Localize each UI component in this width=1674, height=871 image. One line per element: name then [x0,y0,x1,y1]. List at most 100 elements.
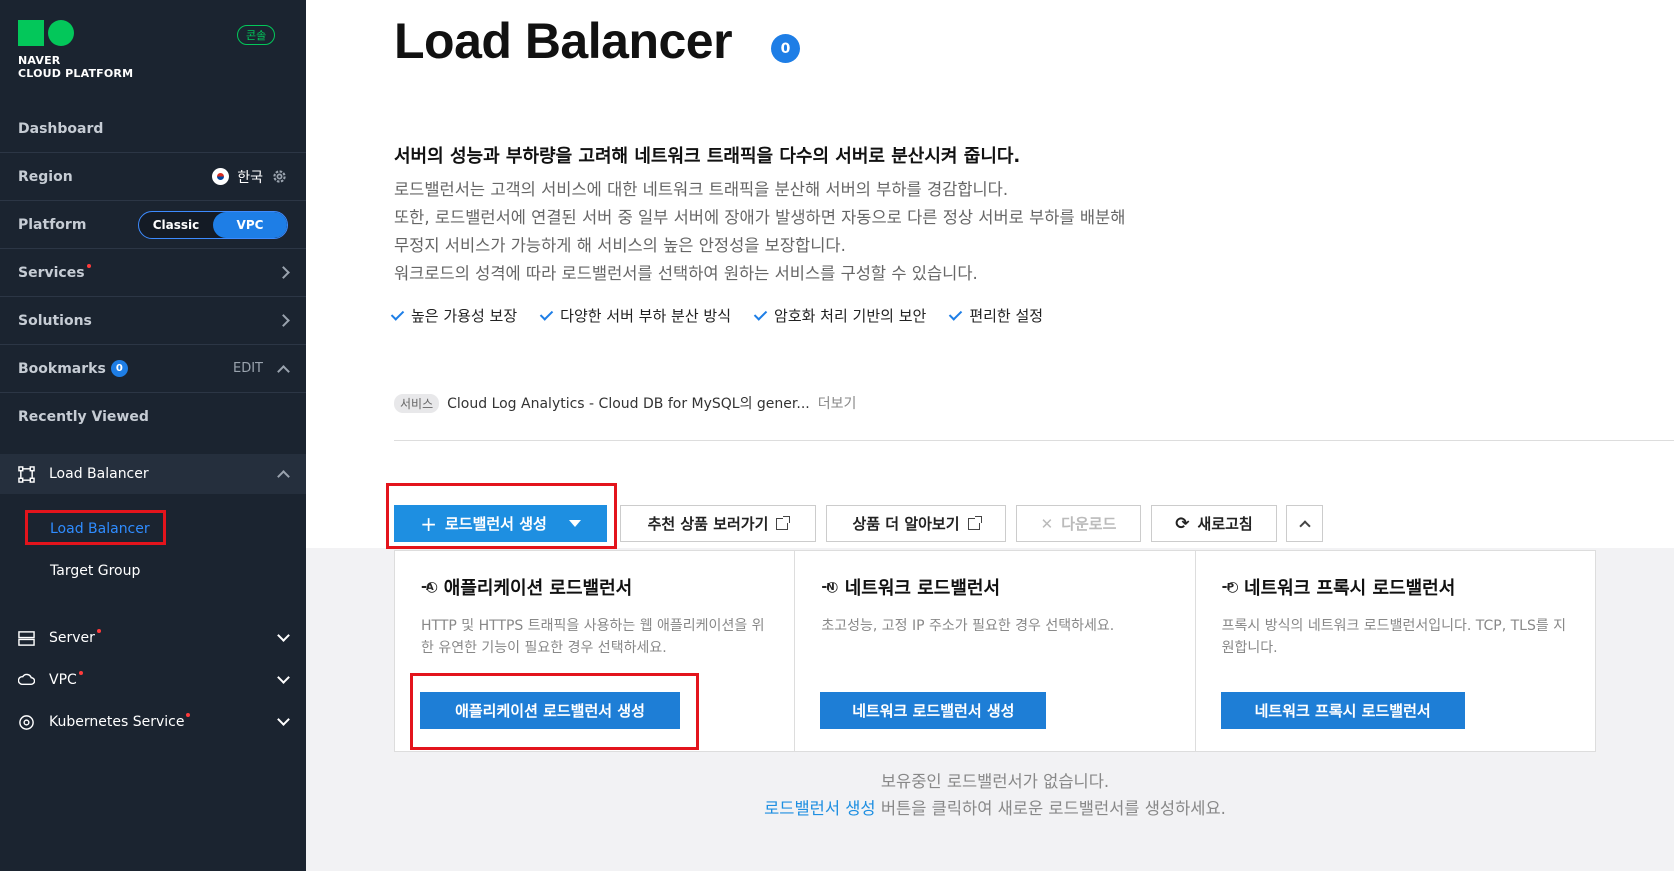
chevron-down-icon[interactable] [277,713,290,726]
description-line: 또한, 로드밸런서에 연결된 서버 중 일부 서버에 장애가 발생하면 자동으로… [394,208,1126,227]
sidebar-item-platform: Platform Classic VPC [0,201,306,249]
feature-item: 암호화 처리 기반의 보안 [753,305,926,326]
solutions-label: Solutions [18,312,92,329]
sidebar-item-server[interactable]: Server [0,618,306,658]
server-label: Server [49,630,95,646]
empty-state-message: 보유중인 로드밸런서가 없습니다. [880,772,1110,791]
card-title: -○P 네트워크 프록시 로드밸런서 [1222,574,1456,600]
platform-label: Platform [18,216,87,233]
card-network-lb: -○N 네트워크 로드밸런서 초고성능, 고정 IP 주소가 필요한 경우 선택… [795,551,1196,751]
sidebar: NAVER CLOUD PLATFORM 콘솔 Dashboard Region… [0,0,306,871]
refresh-button[interactable]: ⟳ 새로고침 [1151,505,1277,542]
empty-state-hint-text: 버튼을 클릭하여 새로운 로드밸런서를 생성하세요. [875,799,1226,818]
sidebar-item-vpc[interactable]: VPC [0,660,306,700]
kubernetes-label: Kubernetes Service [49,714,185,730]
related-service-text[interactable]: Cloud Log Analytics - Cloud DB for MySQL… [447,393,810,413]
chevron-down-icon[interactable] [277,671,290,684]
sidebar-item-kubernetes[interactable]: Kubernetes Service [0,702,306,742]
chevron-down-icon[interactable] [277,629,290,642]
feature-item: 편리한 설정 [949,305,1043,326]
recommend-products-button[interactable]: 추천 상품 보러가기 [620,505,816,542]
sidebar-section-load-balancer[interactable]: Load Balancer [0,454,306,494]
network-proxy-lb-icon: -○P [1221,579,1239,595]
card-title: -○N 네트워크 로드밸런서 [821,574,1000,600]
feature-item: 다양한 서버 부하 분산 방식 [539,305,731,326]
chevron-right-icon [277,266,290,279]
platform-classic-option[interactable]: Classic [139,212,213,238]
check-icon [539,306,554,321]
collapse-button[interactable] [1286,505,1323,542]
sidebar-item-recently-viewed[interactable]: Recently Viewed [0,393,306,441]
console-badge[interactable]: 콘솔 [237,25,276,45]
chevron-up-icon[interactable] [277,470,290,483]
create-network-lb-button[interactable]: 네트워크 로드밸런서 생성 [820,692,1047,729]
new-dot [86,263,91,268]
sidebar-item-bookmarks[interactable]: Bookmarks 0 EDIT [0,345,306,393]
platform-toggle[interactable]: Classic VPC [138,210,288,239]
region-value[interactable]: 한국 [237,167,263,187]
vpc-label: VPC [49,672,77,688]
region-label: Region [18,168,73,185]
learn-more-button[interactable]: 상품 더 알아보기 [826,505,1006,542]
feature-list: 높은 가용성 보장 다양한 서버 부하 분산 방식 암호화 처리 기반의 보안 … [390,305,1043,326]
korea-flag-icon [212,168,230,185]
description-line: 로드밸런서는 고객의 서비스에 대한 네트워크 트래픽을 분산해 서버의 부하를… [394,180,1009,199]
external-link-icon [776,515,791,530]
create-load-balancer-link[interactable]: 로드밸런서 생성 [764,799,876,818]
page-title: Load Balancer [394,13,733,69]
card-title: -○A 애플리케이션 로드밸런서 [421,574,632,600]
empty-state-hint: 로드밸런서 생성 버튼을 클릭하여 새로운 로드밸런서를 생성하세요. [394,795,1596,819]
platform-vpc-option[interactable]: VPC [213,211,287,238]
sidebar-item-dashboard[interactable]: Dashboard [0,105,306,153]
server-icon [18,630,35,646]
download-button[interactable]: ✕ 다운로드 [1016,505,1141,542]
logo-mark [18,20,133,46]
highlight-box [386,483,617,549]
sidebar-item-solutions[interactable]: Solutions [0,297,306,345]
bookmarks-edit-button[interactable]: EDIT [233,361,263,376]
external-link-icon [967,515,982,530]
related-service[interactable]: 서비스 Cloud Log Analytics - Cloud DB for M… [394,393,856,413]
load-balancer-icon [18,465,35,483]
chevron-up-icon[interactable] [277,364,290,378]
new-dot [96,629,101,633]
check-icon [390,306,405,321]
card-network-proxy-lb: -○P 네트워크 프록시 로드밸런서 프록시 방식의 네트워크 로드밸런서입니다… [1196,551,1595,751]
bookmarks-count-badge: 0 [110,360,128,377]
services-label: Services [18,264,85,281]
more-link[interactable]: 더보기 [818,393,857,413]
download-label: 다운로드 [1061,515,1117,533]
chevron-up-icon [1298,520,1311,532]
refresh-label: 새로고침 [1197,515,1253,533]
dashboard-label: Dashboard [18,120,104,137]
create-network-proxy-lb-button[interactable]: 네트워크 프록시 로드밸런서 [1220,692,1465,729]
check-icon [949,306,963,321]
description-line: 워크로드의 성격에 따라 로드밸런서를 선택하여 원하는 서비스를 구성할 수 … [394,264,978,283]
sidebar-item-services[interactable]: Services [0,249,306,297]
sidebar-subitem-target-group[interactable]: Target Group [50,563,140,579]
headline: 서버의 성능과 부하량을 고려해 네트워크 트래픽을 다수의 서버로 분산시켜 … [394,146,1021,167]
recently-viewed-label: Recently Viewed [18,409,149,425]
service-chip: 서비스 [394,393,440,413]
kubernetes-icon [19,714,34,730]
check-icon [753,306,768,321]
refresh-icon: ⟳ [1175,513,1190,534]
divider [394,440,1674,441]
bookmarks-label: Bookmarks [18,360,106,377]
naver-cloud-logo[interactable]: NAVER CLOUD PLATFORM [18,20,133,80]
card-description: 프록시 방식의 네트워크 로드밸런서입니다. TCP, TLS를 지원합니다. [1221,618,1567,656]
network-lb-icon: -○N [821,579,838,595]
card-title-text: 네트워크 프록시 로드밸런서 [1244,578,1456,599]
card-description: HTTP 및 HTTPS 트래픽을 사용하는 웹 애플리케이션을 위한 유연한 … [421,618,765,656]
gear-icon[interactable] [271,168,288,185]
card-title-text: 네트워크 로드밸런서 [844,578,1001,599]
feature-item: 높은 가용성 보장 [390,305,517,326]
card-description: 초고성능, 고정 IP 주소가 필요한 경우 선택하세요. [821,618,1115,634]
highlight-box [25,510,166,545]
card-title-text: 애플리케이션 로드밸런서 [443,578,633,599]
new-dot [78,671,83,675]
count-badge: 0 [771,34,800,63]
logo-text: NAVER CLOUD PLATFORM [18,54,134,80]
recommend-label: 추천 상품 보러가기 [647,515,769,533]
sidebar-item-region[interactable]: Region 한국 [0,153,306,201]
